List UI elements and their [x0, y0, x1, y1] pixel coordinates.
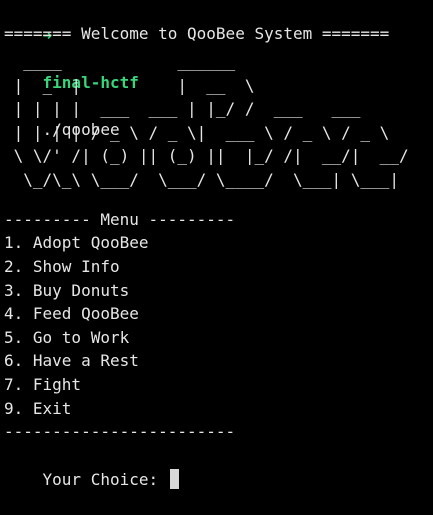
- menu-item-buy-donuts: 3. Buy Donuts: [4, 281, 130, 300]
- choice-input-line[interactable]: Your Choice:: [4, 444, 179, 489]
- text-cursor[interactable]: [169, 468, 179, 489]
- menu-footer: ------------------------: [4, 422, 236, 441]
- menu-item-show-info: 2. Show Info: [4, 257, 120, 276]
- menu-header: --------- Menu ---------: [4, 210, 236, 229]
- terminal-window[interactable]: ➜ final-hctf ./qoobee ======= Welcome to…: [0, 0, 433, 489]
- shell-prompt-line: ➜ final-hctf ./qoobee: [4, 0, 139, 139]
- menu-item-adopt: 1. Adopt QooBee: [4, 233, 149, 252]
- choice-prompt-label: Your Choice:: [42, 469, 168, 489]
- qoobee-ascii-logo: ____ ______ | _ | | __ \ | | | | ___ ___…: [13, 52, 409, 189]
- welcome-banner: ======= Welcome to QooBee System =======: [4, 24, 390, 43]
- menu-item-exit: 9. Exit: [4, 399, 72, 418]
- menu-item-feed: 4. Feed QooBee: [4, 304, 139, 323]
- menu-item-fight: 7. Fight: [4, 375, 82, 394]
- menu-item-work: 5. Go to Work: [4, 328, 130, 347]
- menu-item-rest: 6. Have a Rest: [4, 351, 139, 370]
